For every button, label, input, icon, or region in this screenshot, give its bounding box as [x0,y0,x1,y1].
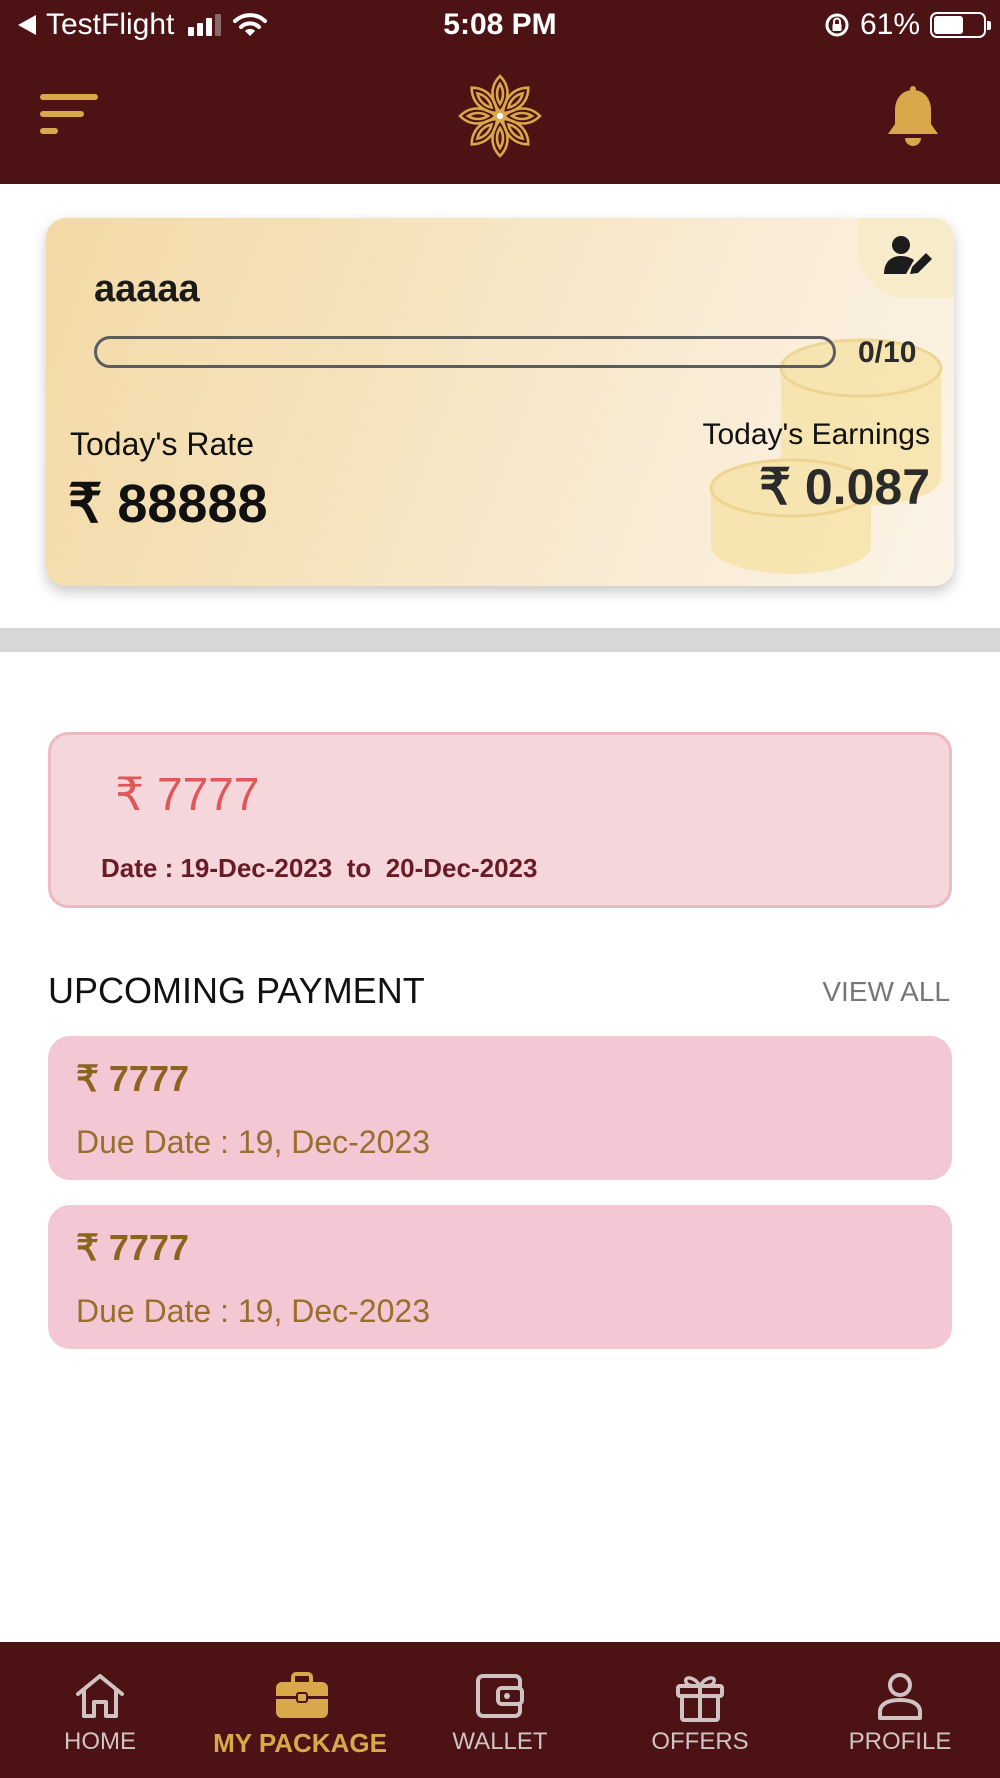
nav-wallet[interactable]: WALLET [400,1642,600,1778]
package-summary-card[interactable]: ₹ 7777 Date : 19-Dec-2023 to 20-Dec-2023 [48,732,952,908]
payment-amount: ₹ 7777 [76,1058,189,1099]
nav-offers-label: OFFERS [651,1728,749,1755]
nav-wallet-label: WALLET [452,1728,548,1755]
nav-my-package[interactable]: MY PACKAGE [200,1642,400,1778]
todays-earnings-value: ₹ 0.087 [759,459,930,515]
package-holder-name: aaaaa [94,268,200,310]
app-header: TestFlight 5:08 PM 61% [0,0,1000,184]
home-icon [76,1674,124,1718]
section-divider [0,628,1000,652]
person-icon [878,1673,922,1720]
wallet-icon [476,1674,524,1718]
package-date-range: Date : 19-Dec-2023 to 20-Dec-2023 [101,853,537,884]
date-from: 19-Dec-2023 [180,853,333,883]
installment-progress-count: 0/10 [858,336,917,369]
rotation-lock-icon [825,13,849,37]
status-bar: TestFlight 5:08 PM 61% [0,0,1000,50]
bottom-navigation: HOME MY PACKAGE WALLET OFFERS PROFILE [0,1642,1000,1778]
battery-percent: 61% [859,8,920,41]
user-edit-icon [884,236,932,274]
menu-icon[interactable] [40,94,98,136]
date-separator: to [332,853,386,883]
bell-icon[interactable] [884,86,942,148]
gift-icon [676,1676,724,1722]
nav-offers[interactable]: OFFERS [600,1642,800,1778]
nav-home[interactable]: HOME [0,1642,200,1778]
date-to: 20-Dec-2023 [385,853,538,883]
todays-earnings-label: Today's Earnings [702,418,930,451]
nav-profile-label: PROFILE [848,1728,952,1755]
nav-my-package-label: MY PACKAGE [213,1728,387,1758]
gold-savings-card[interactable]: aaaaa 0/10 Today's Rate ₹ 88888 Today's … [46,218,954,586]
upcoming-payment-title: UPCOMING PAYMENT [48,970,425,1011]
nav-home-label: HOME [64,1728,136,1755]
todays-rate-label: Today's Rate [70,426,254,462]
payment-due-date: Due Date : 19, Dec-2023 [76,1124,430,1160]
date-label: Date : [101,853,181,883]
nav-profile[interactable]: PROFILE [800,1642,1000,1778]
battery-icon [930,12,991,38]
upcoming-payment-item[interactable]: ₹ 7777 Due Date : 19, Dec-2023 [48,1205,952,1349]
package-amount: ₹ 7777 [115,768,260,820]
view-all-link[interactable]: VIEW ALL [822,976,950,1008]
briefcase-icon [276,1672,328,1718]
todays-rate-value: ₹ 88888 [68,474,268,534]
payment-due-date: Due Date : 19, Dec-2023 [76,1293,430,1329]
installment-progress-bar [94,336,836,368]
upcoming-payment-item[interactable]: ₹ 7777 Due Date : 19, Dec-2023 [48,1036,952,1180]
flower-logo-icon [458,74,542,158]
payment-amount: ₹ 7777 [76,1227,189,1268]
